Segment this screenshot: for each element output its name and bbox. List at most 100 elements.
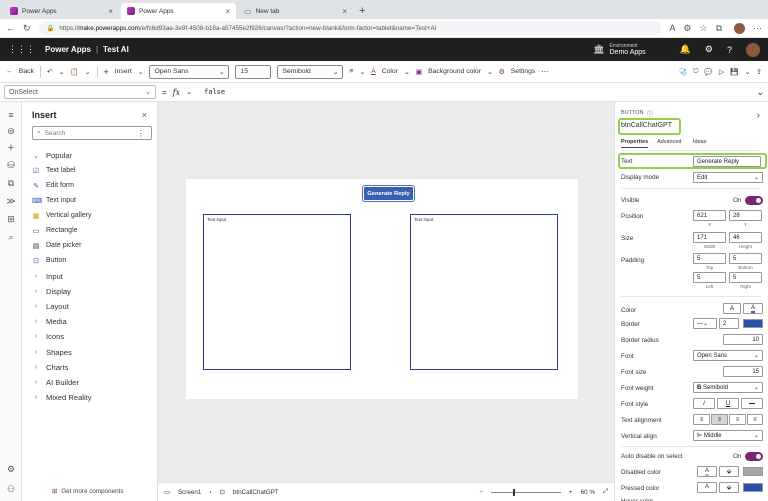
insert-icon[interactable]: + bbox=[5, 142, 17, 154]
browser-tab-2[interactable]: Power Apps × bbox=[121, 3, 236, 19]
more-options-icon[interactable]: ⋮ bbox=[137, 129, 145, 138]
help-icon[interactable]: ? bbox=[727, 45, 732, 55]
virtual-agent-icon[interactable]: ⚇ bbox=[5, 484, 17, 495]
vertical-align-select[interactable]: ⊫ Middle ⌄ bbox=[693, 430, 763, 441]
text-property-input[interactable]: Generate Reply bbox=[693, 156, 761, 167]
fx-button[interactable]: fx bbox=[173, 88, 180, 97]
browser-tab-1[interactable]: Power Apps × bbox=[4, 3, 119, 19]
comments-icon[interactable]: 💬 bbox=[704, 68, 712, 76]
read-aloud-icon[interactable]: A bbox=[669, 23, 675, 33]
auto-disable-toggle[interactable] bbox=[745, 452, 763, 461]
position-y-input[interactable]: 28 bbox=[729, 210, 762, 221]
insert-item-edit-form[interactable]: ✎ Edit form bbox=[32, 179, 74, 192]
category-charts[interactable]: › Charts bbox=[32, 361, 69, 374]
width-input[interactable]: 171 bbox=[693, 232, 726, 243]
font-family-select[interactable]: Open Sans ⌄ bbox=[149, 64, 230, 79]
pressed-fill-color-picker[interactable]: ⬙ bbox=[719, 482, 739, 493]
favorites-icon[interactable]: ☆ bbox=[699, 23, 707, 34]
refresh-icon[interactable]: ↻ bbox=[23, 23, 31, 34]
text-input-left[interactable]: Text input bbox=[203, 214, 351, 370]
category-ai-builder[interactable]: › AI Builder bbox=[32, 376, 79, 389]
app-launcher-icon[interactable]: ⋮⋮⋮ bbox=[8, 44, 35, 55]
back-button[interactable]: Back bbox=[19, 68, 34, 75]
border-color-swatch[interactable] bbox=[743, 319, 763, 328]
chevron-down-icon[interactable]: ⌄ bbox=[186, 88, 192, 96]
control-breadcrumb[interactable]: btnCallChatGPT bbox=[233, 489, 279, 496]
border-radius-input[interactable]: 10 bbox=[723, 334, 763, 345]
screen-breadcrumb[interactable]: Screen1 bbox=[178, 489, 201, 496]
align-center-button[interactable]: ≡ bbox=[711, 414, 728, 425]
tab-advanced[interactable]: Advanced bbox=[657, 139, 681, 145]
notifications-icon[interactable]: 🔔 bbox=[680, 44, 691, 55]
disabled-fill-color-picker[interactable]: ⬙ bbox=[719, 466, 739, 477]
disabled-border-color-swatch[interactable] bbox=[743, 467, 763, 476]
environment-picker[interactable]: 🏛 Environment Demo Apps bbox=[593, 43, 646, 56]
url-field[interactable]: 🔒 https://make.powerapps.com/e/fc6d93ae-… bbox=[38, 21, 662, 35]
fit-to-window-icon[interactable]: ⤢ bbox=[603, 488, 608, 496]
help-icon[interactable]: ⓘ bbox=[647, 109, 653, 118]
settings-button[interactable]: Settings bbox=[511, 68, 536, 75]
chevron-down-icon[interactable]: ⌄ bbox=[138, 68, 144, 76]
pressed-font-color-picker[interactable]: A bbox=[697, 482, 717, 493]
display-mode-select[interactable]: Edit ⌄ bbox=[693, 172, 763, 183]
chevron-down-icon[interactable]: ⌄ bbox=[745, 68, 751, 76]
font-size-input[interactable]: 15 bbox=[235, 64, 272, 79]
insert-item-text-label[interactable]: ☑ Text label bbox=[32, 164, 76, 177]
tree-view-icon[interactable]: ⊜ bbox=[5, 126, 17, 137]
underline-toggle[interactable]: U bbox=[717, 398, 739, 409]
play-icon[interactable]: ▷ bbox=[719, 68, 724, 76]
data-icon[interactable]: ⛁ bbox=[5, 160, 17, 171]
tab-ideas[interactable]: Ideas bbox=[693, 139, 706, 145]
category-shapes[interactable]: › Shapes bbox=[32, 346, 72, 359]
color-button[interactable]: Color bbox=[382, 68, 398, 75]
paste-icon[interactable]: 📋 bbox=[70, 68, 78, 76]
background-color-button[interactable]: Background color bbox=[428, 68, 481, 75]
collapse-panel-icon[interactable]: › bbox=[757, 110, 760, 121]
padding-top-input[interactable]: 5 bbox=[693, 253, 726, 264]
settings-gear-icon[interactable]: ⚙ bbox=[705, 44, 713, 55]
insert-item-rectangle[interactable]: ▭ Rectangle bbox=[32, 224, 78, 237]
power-automate-icon[interactable]: ≫ bbox=[5, 196, 17, 207]
browser-menu-icon[interactable]: ⋯ bbox=[753, 23, 762, 34]
height-input[interactable]: 46 bbox=[729, 232, 762, 243]
insert-button[interactable]: Insert bbox=[115, 68, 132, 75]
align-left-button[interactable]: ≡ bbox=[693, 414, 710, 425]
visible-toggle[interactable] bbox=[745, 196, 763, 205]
share-icon[interactable]: ⎋ bbox=[693, 68, 698, 76]
category-layout[interactable]: › Layout bbox=[32, 300, 69, 313]
category-popular[interactable]: ⌄ Popular bbox=[32, 149, 72, 162]
chevron-down-icon[interactable]: ⌄ bbox=[85, 68, 91, 76]
close-tab-icon[interactable]: × bbox=[342, 7, 347, 16]
search-icon[interactable]: ⌕ bbox=[5, 232, 17, 243]
font-select[interactable]: Open Sans ⌄ bbox=[693, 350, 763, 361]
insert-item-date-picker[interactable]: ▤ Date picker bbox=[32, 239, 82, 252]
border-width-input[interactable]: 2 bbox=[719, 318, 739, 329]
close-icon[interactable]: × bbox=[142, 110, 147, 120]
border-style-select[interactable]: —⌄ bbox=[693, 318, 717, 329]
insert-item-button[interactable]: ⊡ Button bbox=[32, 254, 66, 267]
undo-icon[interactable]: ↶ bbox=[47, 68, 53, 76]
italic-toggle[interactable]: I bbox=[693, 398, 715, 409]
font-size-input[interactable]: 15 bbox=[723, 366, 763, 377]
get-more-components-button[interactable]: ⊞ Get more components bbox=[52, 488, 124, 495]
fill-color-picker[interactable]: A bbox=[743, 303, 763, 314]
font-weight-select[interactable]: Semibold ⌄ bbox=[277, 64, 344, 79]
align-right-button[interactable]: ≡ bbox=[729, 414, 746, 425]
insert-search-input[interactable]: ⌕ Search bbox=[32, 126, 152, 140]
text-input-right[interactable]: Text input bbox=[410, 214, 558, 370]
media-icon[interactable]: ⧉ bbox=[5, 178, 17, 189]
close-tab-icon[interactable]: × bbox=[225, 7, 230, 16]
zoom-in-button[interactable]: + bbox=[569, 489, 573, 496]
app-screen[interactable]: Generate Reply Text input Text input bbox=[186, 179, 578, 399]
category-input[interactable]: › Input bbox=[32, 270, 63, 283]
padding-right-input[interactable]: 5 bbox=[729, 272, 762, 283]
control-name[interactable]: btnCallChatGPT bbox=[621, 122, 672, 129]
user-avatar[interactable] bbox=[746, 42, 760, 57]
align-icon[interactable]: ≡ bbox=[349, 68, 353, 75]
settings-gear-icon[interactable]: ⚙ bbox=[5, 464, 17, 475]
category-icons[interactable]: › Icons bbox=[32, 330, 64, 343]
chevron-down-icon[interactable]: ⌄ bbox=[359, 68, 365, 76]
variables-icon[interactable]: ⊞ bbox=[5, 214, 17, 225]
padding-bottom-input[interactable]: 5 bbox=[729, 253, 762, 264]
back-arrow-icon[interactable]: ← bbox=[6, 23, 15, 33]
